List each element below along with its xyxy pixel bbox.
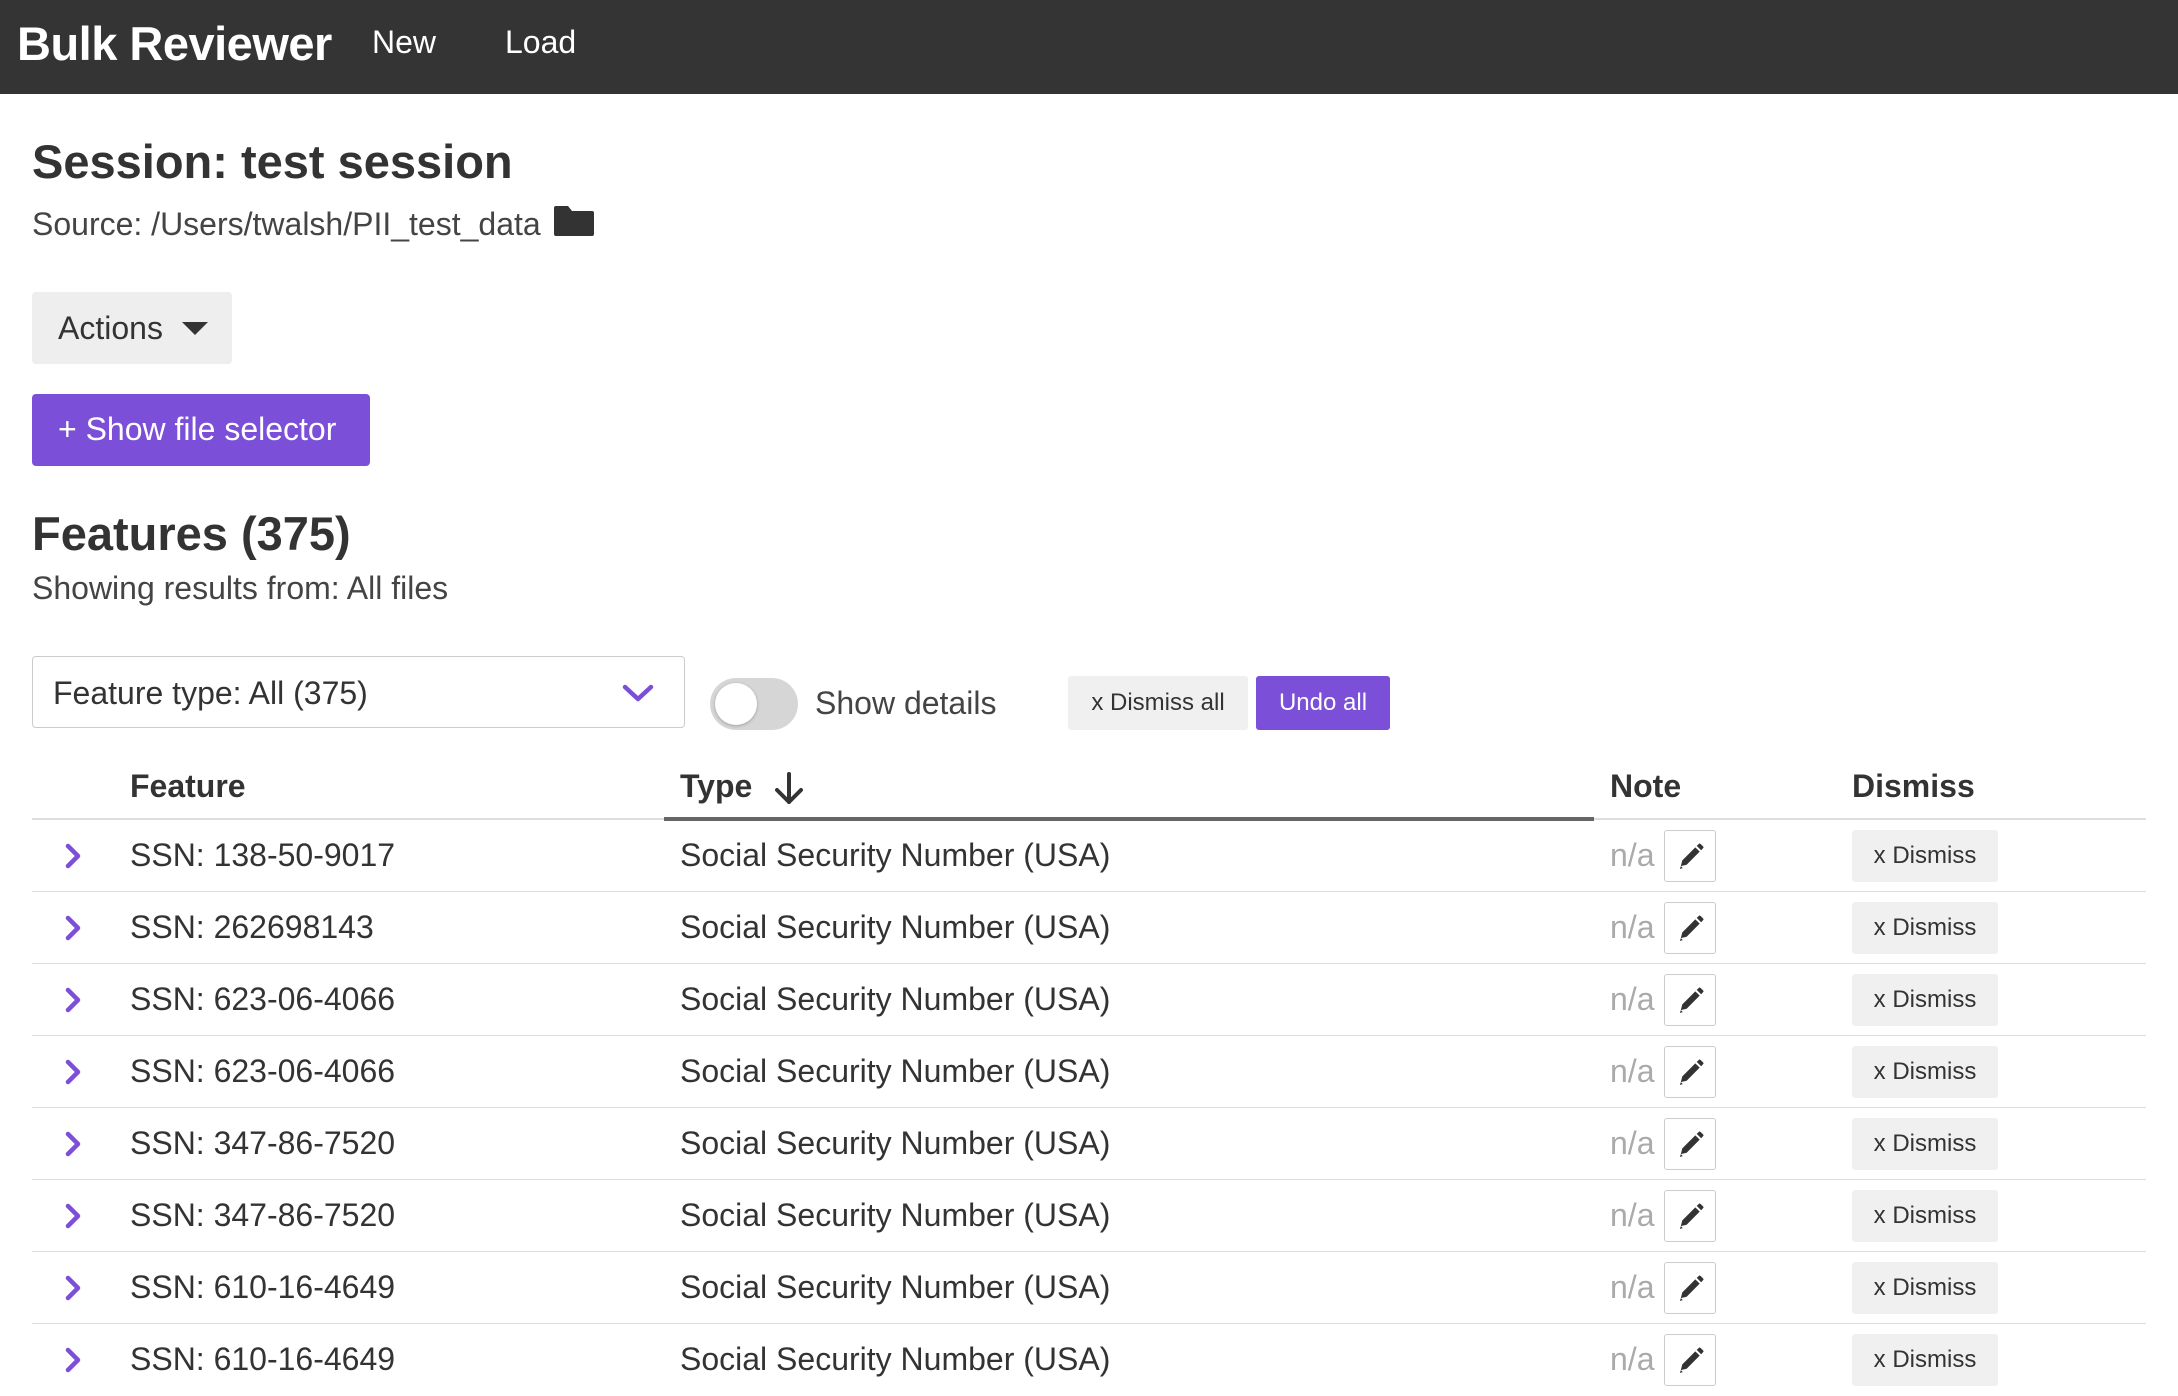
- feature-cell: SSN: 347-86-7520: [130, 1197, 396, 1233]
- showing-results-text: Showing results from: All files: [32, 570, 449, 606]
- feature-cell: SSN: 623-06-4066: [130, 981, 396, 1017]
- chevron-right-icon[interactable]: [62, 1345, 84, 1375]
- table-row: SSN: 262698143 Social Security Number (U…: [32, 892, 2146, 964]
- undo-all-button[interactable]: Undo all: [1256, 676, 1390, 730]
- show-details-toggle[interactable]: [710, 678, 798, 730]
- dismiss-button[interactable]: x Dismiss: [1852, 1046, 1998, 1098]
- type-cell: Social Security Number (USA): [680, 1125, 1111, 1161]
- feature-cell: SSN: 610-16-4649: [130, 1269, 396, 1305]
- note-cell: n/a: [1610, 1341, 1655, 1377]
- feature-cell: SSN: 347-86-7520: [130, 1125, 396, 1161]
- show-details-label: Show details: [815, 685, 997, 721]
- note-cell: n/a: [1610, 1053, 1655, 1089]
- actions-label: Actions: [58, 310, 163, 346]
- table-row: SSN: 610-16-4649 Social Security Number …: [32, 1252, 2146, 1324]
- arrow-down-icon[interactable]: [772, 770, 806, 806]
- actions-dropdown-button[interactable]: Actions: [32, 292, 232, 364]
- chevron-right-icon[interactable]: [62, 985, 84, 1015]
- edit-note-button[interactable]: [1664, 1190, 1716, 1242]
- show-file-selector-button[interactable]: + Show file selector: [32, 394, 370, 466]
- dismiss-button[interactable]: x Dismiss: [1852, 974, 1998, 1026]
- caret-down-icon: [182, 322, 208, 335]
- edit-note-button[interactable]: [1664, 1334, 1716, 1386]
- dismiss-button[interactable]: x Dismiss: [1852, 902, 1998, 954]
- chevron-right-icon[interactable]: [62, 1201, 84, 1231]
- feature-type-select[interactable]: Feature type: All (375): [32, 656, 685, 728]
- edit-note-button[interactable]: [1664, 974, 1716, 1026]
- column-header-note[interactable]: Note: [1610, 768, 1681, 805]
- chevron-right-icon[interactable]: [62, 1273, 84, 1303]
- feature-cell: SSN: 623-06-4066: [130, 1053, 396, 1089]
- column-header-type[interactable]: Type: [680, 768, 752, 805]
- pencil-icon: [1679, 1059, 1704, 1086]
- type-cell: Social Security Number (USA): [680, 981, 1111, 1017]
- table-row: SSN: 138-50-9017 Social Security Number …: [32, 820, 2146, 892]
- table-row: SSN: 347-86-7520 Social Security Number …: [32, 1108, 2146, 1180]
- app-brand[interactable]: Bulk Reviewer: [17, 16, 332, 71]
- show-file-selector-label: + Show file selector: [58, 411, 337, 447]
- feature-cell: SSN: 138-50-9017: [130, 837, 396, 873]
- session-title: Session: test session: [32, 135, 513, 188]
- note-cell: n/a: [1610, 837, 1655, 873]
- column-header-dismiss[interactable]: Dismiss: [1852, 768, 1975, 805]
- table-row: SSN: 623-06-4066 Social Security Number …: [32, 964, 2146, 1036]
- pencil-icon: [1679, 1347, 1704, 1374]
- note-cell: n/a: [1610, 1197, 1655, 1233]
- note-cell: n/a: [1610, 909, 1655, 945]
- chevron-right-icon[interactable]: [62, 841, 84, 871]
- chevron-right-icon[interactable]: [62, 1129, 84, 1159]
- pencil-icon: [1679, 1203, 1704, 1230]
- table-row: SSN: 623-06-4066 Social Security Number …: [32, 1036, 2146, 1108]
- dismiss-button[interactable]: x Dismiss: [1852, 1118, 1998, 1170]
- chevron-right-icon[interactable]: [62, 1057, 84, 1087]
- table-row: SSN: 347-86-7520 Social Security Number …: [32, 1180, 2146, 1252]
- pencil-icon: [1679, 1131, 1704, 1158]
- type-cell: Social Security Number (USA): [680, 1341, 1111, 1377]
- type-cell: Social Security Number (USA): [680, 1053, 1111, 1089]
- dismiss-button[interactable]: x Dismiss: [1852, 1190, 1998, 1242]
- pencil-icon: [1679, 843, 1704, 870]
- edit-note-button[interactable]: [1664, 1262, 1716, 1314]
- note-cell: n/a: [1610, 981, 1655, 1017]
- table-row: SSN: 610-16-4649 Social Security Number …: [32, 1324, 2146, 1396]
- dismiss-all-button[interactable]: x Dismiss all: [1068, 676, 1248, 730]
- dismiss-button[interactable]: x Dismiss: [1852, 1334, 1998, 1386]
- top-navbar: Bulk Reviewer New Load: [0, 0, 2178, 94]
- session-source: Source: /Users/twalsh/PII_test_data: [32, 206, 541, 242]
- edit-note-button[interactable]: [1664, 1118, 1716, 1170]
- type-cell: Social Security Number (USA): [680, 909, 1111, 945]
- edit-note-button[interactable]: [1664, 902, 1716, 954]
- pencil-icon: [1679, 987, 1704, 1014]
- note-cell: n/a: [1610, 1125, 1655, 1161]
- pencil-icon: [1679, 1275, 1704, 1302]
- edit-note-button[interactable]: [1664, 830, 1716, 882]
- type-cell: Social Security Number (USA): [680, 1197, 1111, 1233]
- dismiss-button[interactable]: x Dismiss: [1852, 830, 1998, 882]
- chevron-right-icon[interactable]: [62, 913, 84, 943]
- pencil-icon: [1679, 915, 1704, 942]
- type-cell: Social Security Number (USA): [680, 1269, 1111, 1305]
- nav-new-link[interactable]: New: [372, 24, 436, 61]
- dismiss-button[interactable]: x Dismiss: [1852, 1262, 1998, 1314]
- note-cell: n/a: [1610, 1269, 1655, 1305]
- chevron-down-icon: [622, 684, 654, 702]
- edit-note-button[interactable]: [1664, 1046, 1716, 1098]
- type-cell: Social Security Number (USA): [680, 837, 1111, 873]
- folder-icon[interactable]: [552, 204, 596, 238]
- feature-type-select-value: Feature type: All (375): [53, 675, 368, 711]
- feature-cell: SSN: 262698143: [130, 909, 374, 945]
- nav-load-link[interactable]: Load: [505, 24, 576, 61]
- column-header-feature[interactable]: Feature: [130, 768, 246, 805]
- toggle-knob: [715, 683, 757, 725]
- features-title: Features (375): [32, 507, 351, 560]
- feature-cell: SSN: 610-16-4649: [130, 1341, 396, 1377]
